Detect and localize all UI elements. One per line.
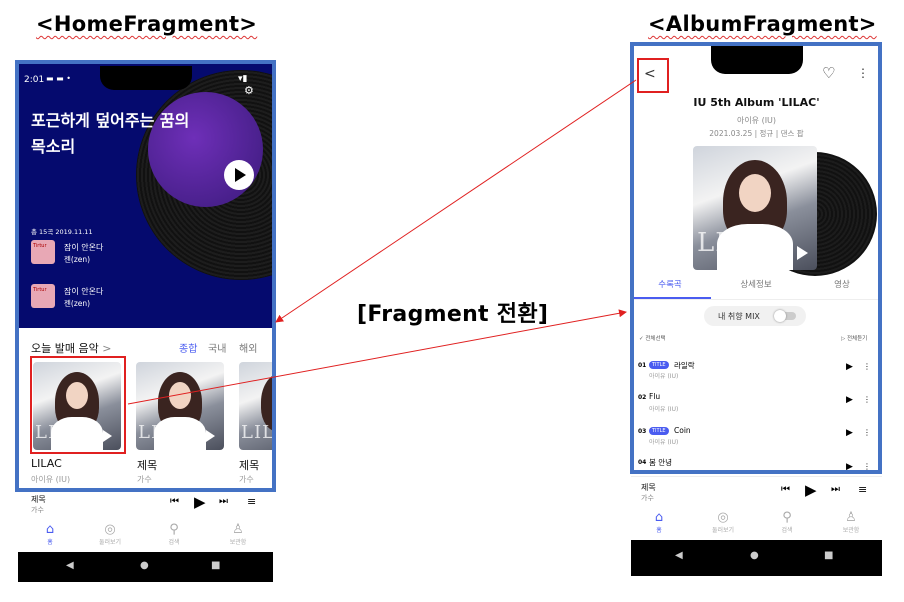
back-arrow [275,79,637,323]
forward-arrow [127,309,627,405]
transition-arrows [127,79,637,405]
